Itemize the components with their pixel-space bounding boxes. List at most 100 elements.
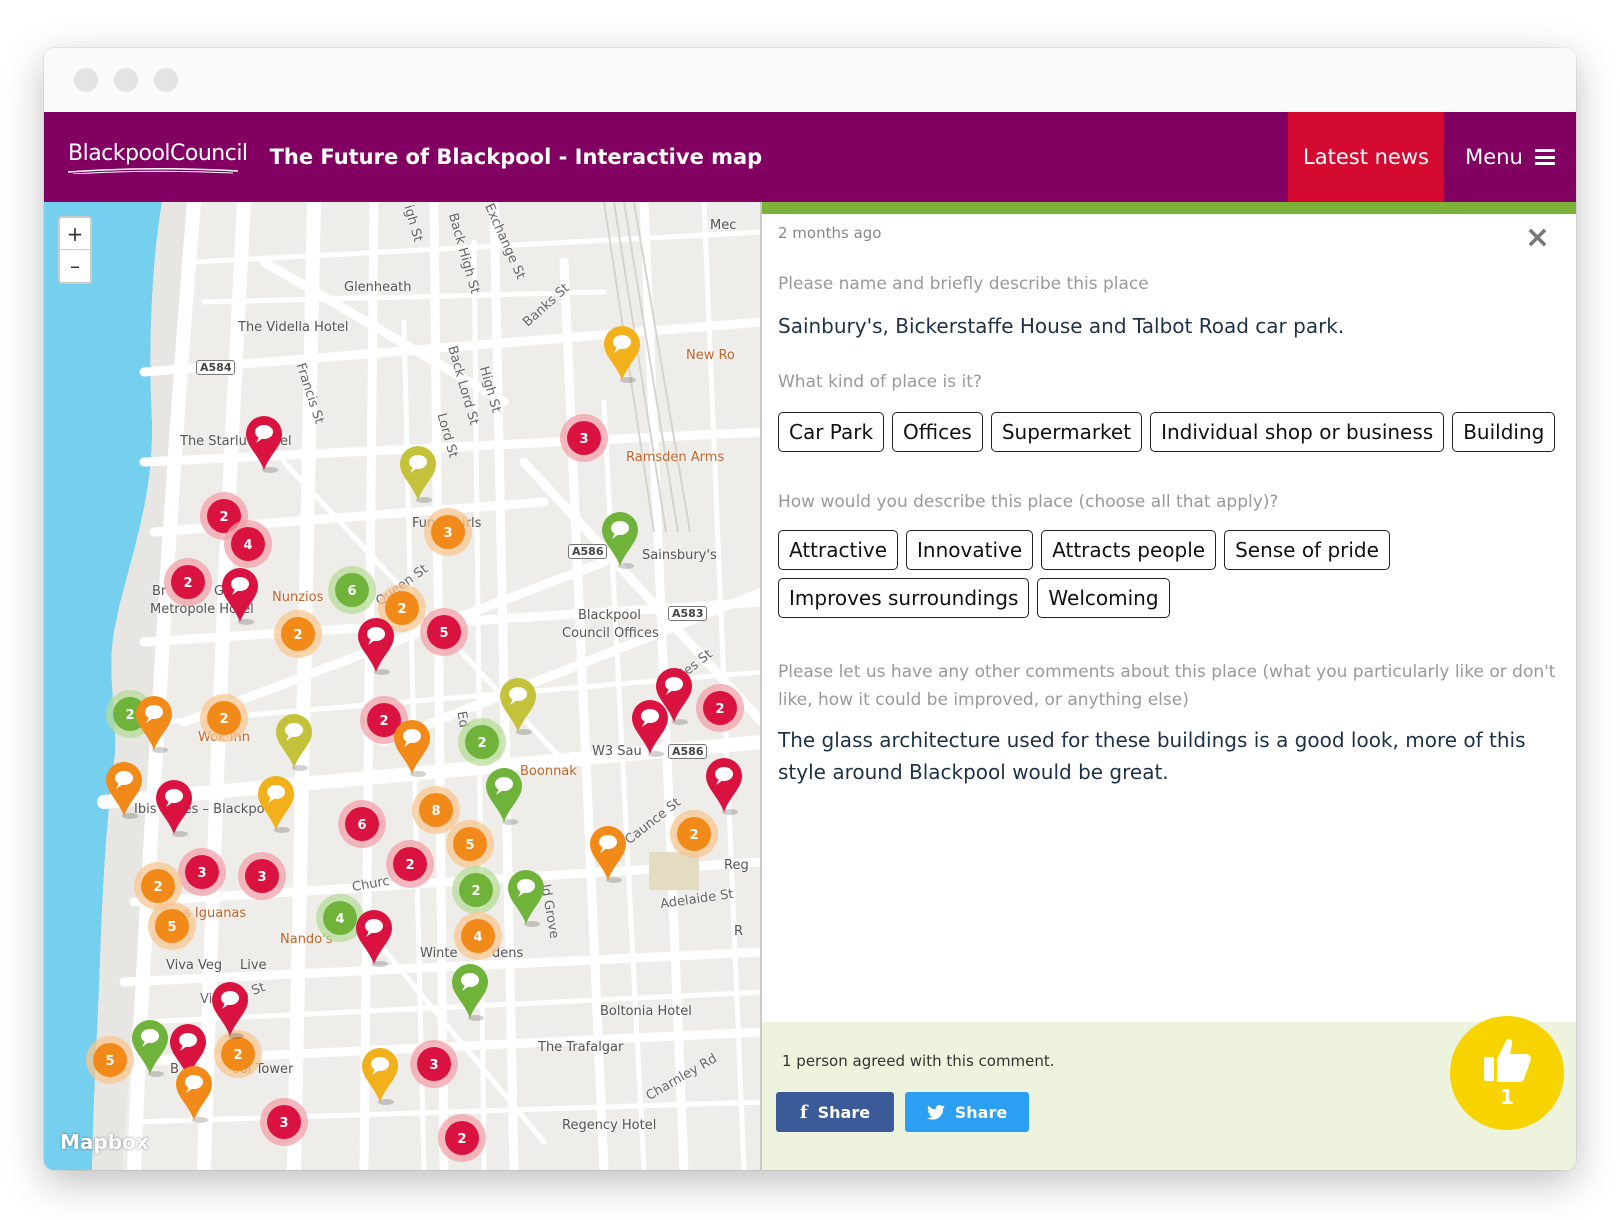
zoom-in-button[interactable]: + [60,218,90,250]
cluster-count: 8 [431,804,440,819]
agree-count-text: 1 person agreed with this comment. [782,1052,1055,1070]
cluster-count: 2 [457,1132,466,1147]
close-icon[interactable]: × [1525,220,1550,255]
tag: Attracts people [1041,530,1217,570]
marker-cluster[interactable]: 2 [670,810,718,858]
comment-pin-icon[interactable] [500,678,536,735]
cluster-count: 2 [477,736,486,751]
cluster-count: 3 [429,1058,438,1073]
window-close-dot[interactable] [74,68,98,92]
like-button[interactable]: 1 [1450,1016,1564,1130]
agree-section: 1 person agreed with this comment. f Sha… [762,1016,1576,1170]
marker-cluster[interactable]: 4 [224,520,272,568]
comment-pin-icon[interactable] [590,825,627,883]
comment-pin-icon[interactable] [356,910,392,967]
marker-cluster[interactable]: 2 [696,684,744,732]
twitter-share-button[interactable]: Share [905,1092,1029,1132]
marker-cluster[interactable]: 8 [412,786,460,834]
comment-pin-icon[interactable] [276,714,312,771]
interactive-map[interactable]: igh St Back High St Exchange St Banks St… [44,202,762,1170]
comment-pin-icon[interactable] [362,1048,398,1105]
question-kind-place: What kind of place is it? [778,372,982,392]
kind-tags: Car Park Offices Supermarket Individual … [778,412,1560,452]
site-header: BlackpoolCouncil The Future of Blackpool… [44,112,1576,202]
cluster-count: 5 [105,1054,114,1069]
marker-cluster[interactable]: 2 [458,718,506,766]
comment-text: The glass architecture used for these bu… [778,728,1526,784]
marker-cluster[interactable]: 5 [446,820,494,868]
window-maximize-dot[interactable] [154,68,178,92]
comment-pin-icon[interactable] [258,776,294,833]
tag: Individual shop or business [1150,412,1445,452]
zoom-out-button[interactable]: – [60,250,90,282]
marker-cluster[interactable]: 6 [338,800,386,848]
logo-text: BlackpoolCouncil [68,140,248,166]
tag: Welcoming [1037,578,1170,618]
marker-cluster[interactable]: 2 [452,866,500,914]
comment-pin-icon[interactable] [604,326,640,383]
latest-news-button[interactable]: Latest news [1288,112,1444,202]
menu-button[interactable]: Menu [1444,112,1576,202]
cluster-count: 6 [347,584,356,599]
comment-pin-icon[interactable] [222,568,258,625]
panel-accent-bar [762,202,1576,214]
cluster-count: 4 [243,538,252,553]
marker-cluster[interactable]: 5 [86,1036,134,1084]
cluster-count: 2 [219,510,228,525]
mapbox-logo[interactable]: Mapbox [60,1130,149,1154]
council-logo[interactable]: BlackpoolCouncil [68,141,248,174]
cluster-count: 5 [439,626,448,641]
marker-cluster[interactable]: 3 [560,414,608,462]
marker-cluster[interactable]: 3 [238,852,286,900]
comment-pin-icon[interactable] [136,696,172,753]
marker-cluster[interactable]: 2 [386,840,434,888]
comment-pin-icon[interactable] [632,700,668,757]
comment-pin-icon[interactable] [400,446,436,503]
marker-cluster[interactable]: 2 [438,1114,486,1162]
comment-pin-icon[interactable] [132,1020,168,1077]
answer-name-place: Sainbury's, Bickerstaffe House and Talbo… [778,314,1345,338]
marker-cluster[interactable]: 4 [316,894,364,942]
cluster-count: 3 [443,526,452,541]
marker-cluster[interactable]: 3 [410,1040,458,1088]
cluster-count: 2 [219,712,228,727]
tag: Building [1452,412,1556,452]
cluster-count: 5 [167,920,176,935]
marker-cluster[interactable]: 2 [274,610,322,658]
comment-pin-icon[interactable] [394,720,430,777]
marker-cluster[interactable]: 3 [178,848,226,896]
comment-pin-icon[interactable] [156,780,192,837]
cluster-count: 2 [471,884,480,899]
marker-cluster[interactable]: 6 [328,566,376,614]
cluster-count: 3 [279,1116,288,1131]
cluster-count: 2 [293,628,302,643]
marker-cluster[interactable]: 3 [424,508,472,556]
question-describe-place: How would you describe this place (choos… [778,492,1279,512]
page-title: The Future of Blackpool - Interactive ma… [269,145,763,169]
tag: Improves surroundings [778,578,1030,618]
marker-cluster[interactable]: 3 [260,1098,308,1146]
comment-pin-icon[interactable] [358,618,394,675]
comment-pin-icon[interactable] [106,762,142,819]
cluster-count: 3 [579,432,588,447]
marker-cluster[interactable]: 5 [420,608,468,656]
cluster-count: 2 [405,858,414,873]
window-minimize-dot[interactable] [114,68,138,92]
comment-pin-icon[interactable] [246,416,282,473]
marker-cluster[interactable]: 5 [148,902,196,950]
comment-pin-icon[interactable] [508,870,544,927]
browser-window: BlackpoolCouncil The Future of Blackpool… [44,48,1576,1170]
question-name-place: Please name and briefly describe this pl… [778,274,1149,294]
twitter-share-label: Share [954,1102,1008,1122]
comment-pin-icon[interactable] [175,1065,213,1123]
marker-cluster[interactable]: 4 [454,912,502,960]
comment-pin-icon[interactable] [706,758,742,815]
comment-pin-icon[interactable] [602,512,638,569]
comment-pin-icon[interactable] [452,964,488,1021]
marker-cluster[interactable]: 2 [200,694,248,742]
comment-pin-icon[interactable] [486,768,522,825]
facebook-share-button[interactable]: f Share [776,1092,894,1132]
marker-cluster[interactable]: 2 [164,558,212,606]
cluster-count: 2 [715,702,724,717]
cluster-count: 4 [335,912,344,927]
